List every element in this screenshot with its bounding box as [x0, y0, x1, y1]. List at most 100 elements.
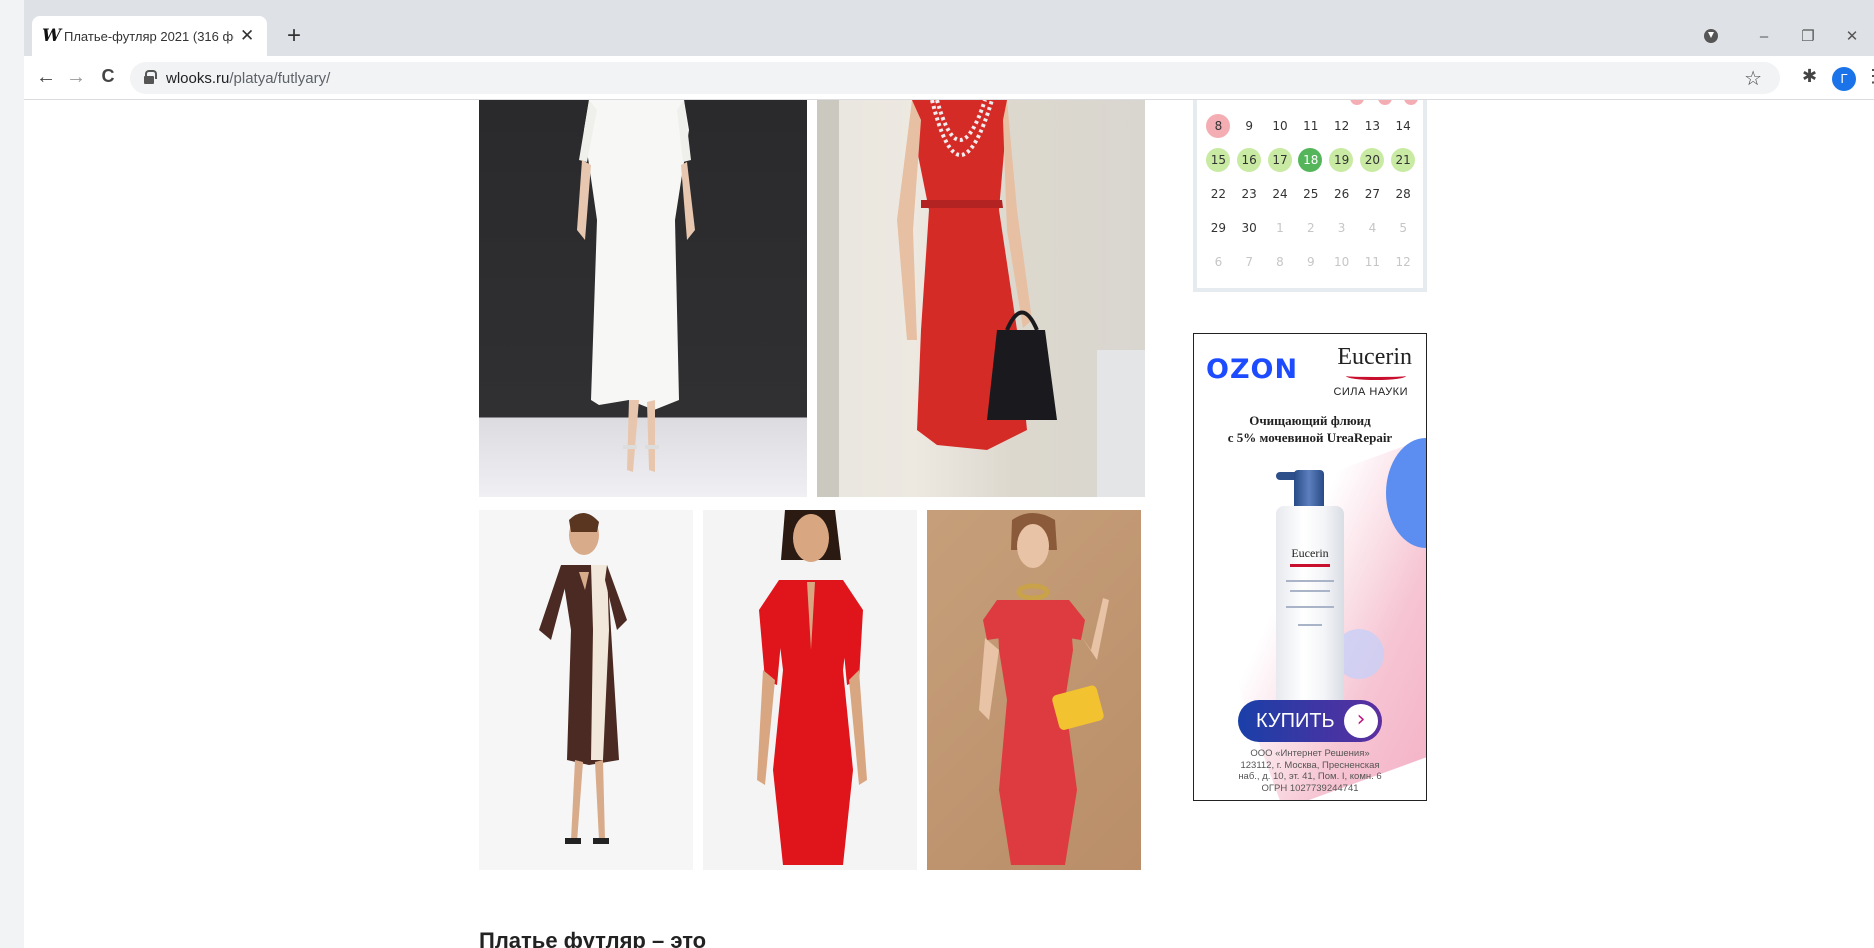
chrome-menu-icon[interactable]: ⋮	[1864, 66, 1874, 87]
calendar-day[interactable]: 26	[1326, 180, 1357, 208]
ad-legal-line: ООО «Интернет Решения»	[1250, 748, 1370, 759]
bottle-label-line	[1286, 606, 1334, 608]
calendar-day[interactable]: 20	[1357, 146, 1388, 174]
bottle-label-line	[1286, 580, 1334, 582]
window-controls: – ❐ ✕	[1704, 16, 1874, 56]
calendar-day: 12	[1395, 255, 1411, 269]
calendar-day[interactable]: 27	[1357, 180, 1388, 208]
new-tab-button[interactable]: +	[280, 22, 308, 50]
ad-headline-line-1: Очищающий флюид	[1249, 413, 1371, 428]
calendar-day[interactable]: 29	[1203, 214, 1234, 242]
url-domain: wlooks.ru	[166, 69, 230, 87]
back-icon[interactable]: ←	[34, 66, 58, 89]
extensions-puzzle-icon[interactable]: ✱	[1802, 66, 1817, 87]
red-keyhole-figure	[757, 510, 867, 865]
photo-white-sheath-dress[interactable]	[479, 100, 807, 497]
calendar-day[interactable]: 25	[1295, 180, 1326, 208]
calendar-day[interactable]: 28	[1388, 180, 1419, 208]
calendar-day[interactable]: 9	[1234, 112, 1265, 140]
eucerin-tagline: СИЛА НАУКИ	[1333, 386, 1408, 398]
ad-headline: Очищающий флюид с 5% мочевиной UreaRepai…	[1194, 412, 1426, 446]
close-window-button[interactable]: ✕	[1830, 27, 1874, 45]
calendar-widget: 8 9 10 11 12 13 14 15 16 17 18 19 20 21 22 23 24 25 26 27 28…	[1193, 100, 1427, 292]
profile-avatar[interactable]: Г	[1832, 67, 1856, 91]
minimize-button[interactable]: –	[1742, 28, 1786, 45]
bottle-pump	[1294, 470, 1324, 506]
calendar-day: 11	[1364, 255, 1381, 269]
calendar-day[interactable]: 23	[1234, 180, 1265, 208]
ozon-eucerin-ad[interactable]: OZON Eucerin СИЛА НАУКИ Очищающий флюид …	[1193, 333, 1427, 801]
bottle-label-line	[1290, 590, 1330, 592]
calendar-day[interactable]: 15	[1203, 146, 1234, 174]
ad-headline-line-2: с 5% мочевиной UreaRepair	[1227, 430, 1393, 445]
photo-red-dress-yellow-clutch[interactable]	[927, 510, 1141, 870]
tab-close-icon[interactable]: ✕	[240, 26, 254, 46]
calendar-day: 1	[1276, 221, 1284, 235]
ozon-logo: OZON	[1206, 354, 1299, 385]
calendar-week-row: 15 16 17 18 19 20 21	[1203, 146, 1419, 174]
calendar-day[interactable]: 16	[1234, 146, 1265, 174]
calendar-day[interactable]: 11	[1295, 112, 1326, 140]
calendar-day[interactable]: 13	[1357, 112, 1388, 140]
calendar-day[interactable]: 30	[1234, 214, 1265, 242]
buy-button[interactable]: КУПИТЬ ›	[1238, 700, 1382, 742]
calendar-day: 10	[1333, 255, 1350, 269]
bottle-label-brand: Eucerin	[1291, 546, 1329, 560]
calendar-day: 6	[1214, 255, 1223, 269]
window-left-edge	[0, 0, 24, 948]
calendar-day[interactable]: 17	[1265, 146, 1296, 174]
calendar-week-row: 8 9 10 11 12 13 14	[1203, 112, 1419, 140]
bookmark-star-icon[interactable]: ☆	[1744, 66, 1762, 91]
calendar-day[interactable]: 24	[1265, 180, 1296, 208]
calendar-day: 9	[1306, 255, 1315, 269]
calendar-day: 2	[1306, 221, 1315, 235]
calendar-day: 3	[1337, 221, 1346, 235]
brown-dress-figure	[539, 512, 627, 844]
calendar-day[interactable]: 10	[1265, 112, 1296, 140]
calendar-day: 4	[1368, 221, 1377, 235]
calendar-day[interactable]: 22	[1203, 180, 1234, 208]
calendar-week-row: 6 7 8 9 10 11 12	[1203, 248, 1419, 276]
bottle-label-stripe	[1290, 564, 1330, 567]
photo-red-keyhole-dress[interactable]	[703, 510, 917, 870]
restore-button[interactable]: ❐	[1786, 27, 1830, 45]
calendar-day[interactable]: 12	[1326, 112, 1357, 140]
tab-title: Платье-футляр 2021 (316 фото):	[64, 28, 234, 44]
eucerin-logo: Eucerin	[1337, 344, 1412, 370]
calendar-day[interactable]: 8	[1203, 112, 1234, 140]
calendar-day[interactable]: 14	[1388, 112, 1419, 140]
red-yellow-figure	[979, 513, 1109, 865]
buy-button-label: КУПИТЬ	[1256, 709, 1335, 732]
address-bar[interactable]: wlooks.ru/platya/futlyary/ ☆	[130, 62, 1780, 94]
tab-strip: W Платье-футляр 2021 (316 фото): ✕ +	[24, 0, 1874, 56]
lock-icon[interactable]	[144, 70, 157, 84]
calendar-day: 5	[1399, 221, 1407, 235]
media-record-icon[interactable]	[1704, 29, 1718, 43]
forward-icon[interactable]: →	[64, 66, 88, 89]
ad-legal-text: ООО «Интернет Решения» 123112, г. Москва…	[1194, 748, 1426, 794]
calendar-day[interactable]: 21	[1388, 146, 1419, 174]
site-favicon-icon: W	[42, 26, 62, 46]
white-dress-figure	[577, 100, 695, 472]
article-section-heading: Платье футляр – это	[479, 928, 707, 948]
ad-legal-line: наб., д. 10, эт. 41, Пом. I, комн. 6	[1238, 771, 1382, 782]
calendar-week-row: 29 30 1 2 3 4 5	[1203, 214, 1419, 242]
eucerin-swoosh-icon	[1346, 372, 1406, 380]
photo-red-sheath-dress-necklace[interactable]	[817, 100, 1145, 497]
product-bottle	[1276, 506, 1344, 722]
browser-toolbar: ← → C wlooks.ru/platya/futlyary/ ☆ ✱ Г ⋮	[24, 56, 1874, 100]
active-tab[interactable]: W Платье-футляр 2021 (316 фото): ✕	[32, 16, 267, 56]
chevron-right-icon: ›	[1344, 704, 1378, 738]
ad-legal-line: ОГРН 1027739244741	[1261, 782, 1359, 794]
reload-icon[interactable]: C	[96, 66, 120, 87]
page-content: Платье футляр – это 8 9 10 11 12 13 14 15 16 17 18…	[24, 100, 1874, 948]
photo-brown-colorblock-dress[interactable]	[479, 510, 693, 870]
calendar-day[interactable]: 18	[1295, 146, 1326, 174]
red-dress-figure	[817, 100, 1145, 497]
calendar-day: 8	[1276, 255, 1284, 269]
bottle-label-line	[1298, 624, 1322, 626]
calendar-top-row-fragment	[1350, 100, 1418, 105]
calendar-week-row: 22 23 24 25 26 27 28	[1203, 180, 1419, 208]
calendar-day: 7	[1245, 255, 1254, 269]
calendar-day[interactable]: 19	[1326, 146, 1357, 174]
